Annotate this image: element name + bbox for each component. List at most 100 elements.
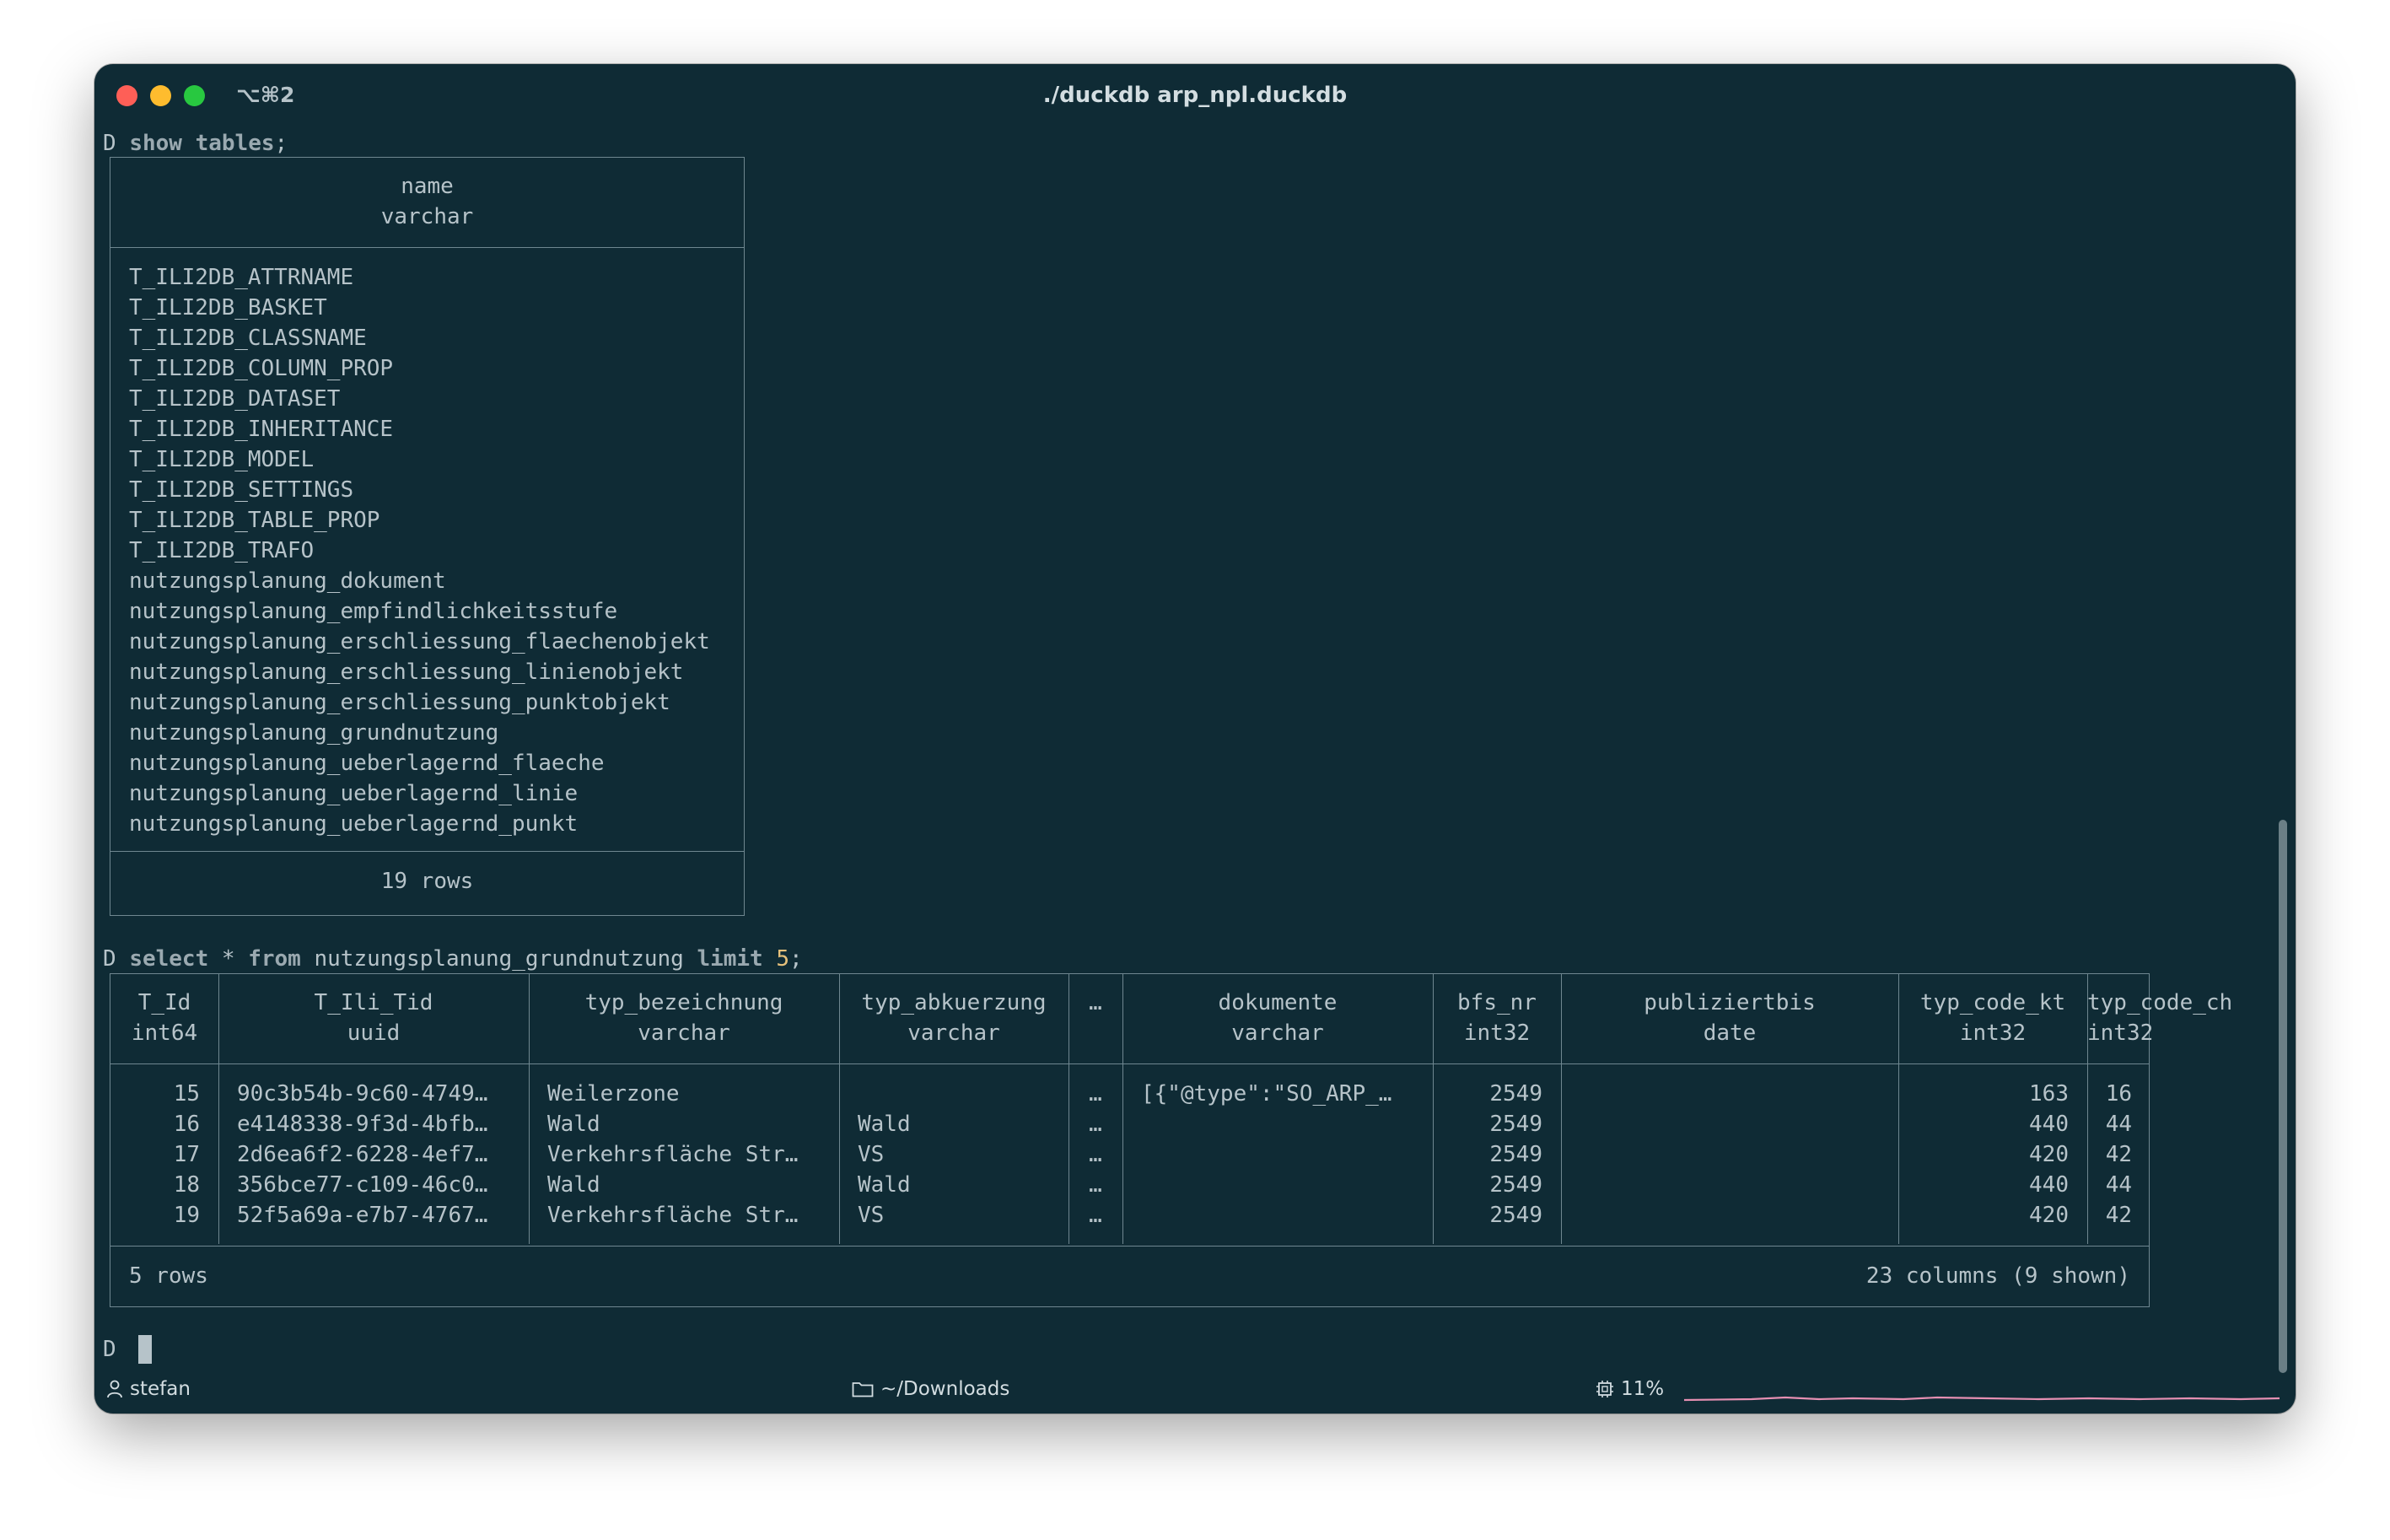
table-cell: 42: [2105, 1203, 2132, 1228]
table-name-row: T_ILI2DB_DATASET: [129, 386, 341, 412]
vertical-scrollbar[interactable]: [2279, 820, 2287, 1373]
table-name-row: T_ILI2DB_COLUMN_PROP: [129, 356, 394, 381]
row-count-footer: 19 rows: [380, 869, 474, 894]
terminal-window[interactable]: ⌥⌘2 ./duckdb arp_npl.duckdb D show table…: [94, 64, 2296, 1413]
show-tables-result: name varchar T_ILI2DB_ATTRNAME T_ILI2DB_B…: [110, 157, 745, 916]
table-cell: Verkehrsfläche Str…: [547, 1142, 799, 1167]
table-name-row: T_ILI2DB_BASKET: [129, 295, 327, 320]
status-cpu: 11%: [1596, 1378, 1664, 1400]
sql-keyword: tables: [195, 131, 275, 156]
folder-icon: [852, 1382, 874, 1397]
sql-terminator: ;: [274, 131, 288, 156]
column-header: typ_abkuerzung varchar: [861, 990, 1047, 1046]
table-cell: 163: [2029, 1081, 2069, 1107]
table-cell: …: [1089, 1172, 1102, 1198]
column-header: …: [1089, 990, 1102, 1015]
table-cell: 2549: [1489, 1172, 1542, 1198]
title-bar[interactable]: ⌥⌘2 ./duckdb arp_npl.duckdb: [94, 64, 2296, 128]
table-cell: e4148338-9f3d-4bfb…: [237, 1112, 488, 1137]
status-user: stefan: [106, 1378, 191, 1400]
table-cell: 44: [2105, 1172, 2132, 1198]
status-bar: stefan ~/Downloads 11%: [94, 1368, 2296, 1413]
table-name-row: nutzungsplanung_erschliessung_linienobje…: [129, 660, 684, 685]
column-header: typ_bezeichnung varchar: [584, 990, 783, 1046]
column-header: typ_code_kt int32: [1919, 990, 2066, 1046]
sql-keyword: show: [129, 131, 182, 156]
column-header: T_Id int64: [131, 990, 198, 1046]
active-prompt[interactable]: D: [103, 1334, 116, 1365]
table-cell: 440: [2029, 1112, 2069, 1137]
table-cell: 440: [2029, 1172, 2069, 1198]
table-name-row: nutzungsplanung_ueberlagernd_punkt: [129, 811, 579, 837]
command-line-2: D select * from nutzungsplanung_grundnut…: [103, 946, 803, 972]
table-name-row: nutzungsplanung_dokument: [129, 568, 446, 594]
table-cell: 2549: [1489, 1142, 1542, 1167]
table-name-row: T_ILI2DB_CLASSNAME: [129, 326, 367, 351]
column-count-footer: 23 columns (9 shown): [1865, 1263, 2130, 1289]
table-cell: 356bce77-c109-46c0…: [237, 1172, 488, 1198]
status-path: ~/Downloads: [852, 1378, 1009, 1400]
table-name-row: T_ILI2DB_ATTRNAME: [129, 265, 354, 290]
table-cell: 2d6ea6f2-6228-4ef7…: [237, 1142, 488, 1167]
sql-keyword: from: [248, 946, 301, 972]
table-cell: Verkehrsfläche Str…: [547, 1203, 799, 1228]
column-header: typ_code_ch int32: [2087, 990, 2233, 1046]
terminal-output[interactable]: D show tables; name varchar T_ILI2DB_ATT…: [103, 128, 2279, 1368]
table-cell: 2549: [1489, 1203, 1542, 1228]
table-cell: Wald: [547, 1112, 600, 1137]
table-cell: …: [1089, 1112, 1102, 1137]
table-cell: 17: [173, 1142, 200, 1167]
table-name-row: nutzungsplanung_erschliessung_punktobjek…: [129, 690, 670, 715]
table-cell: 16: [173, 1112, 200, 1137]
table-cell: …: [1089, 1081, 1102, 1107]
table-name-row: nutzungsplanung_ueberlagernd_flaeche: [129, 751, 605, 776]
sql-keyword: select: [129, 946, 209, 972]
table-name-row: T_ILI2DB_MODEL: [129, 447, 315, 472]
table-cell: 2549: [1489, 1081, 1542, 1107]
table-cell: Wald: [547, 1172, 600, 1198]
table-cell: 19: [173, 1203, 200, 1228]
text-cursor: [138, 1335, 152, 1364]
table-cell: 18: [173, 1172, 200, 1198]
table-cell: VS: [858, 1142, 885, 1167]
sql-number: 5: [776, 946, 790, 972]
sql-keyword: limit: [697, 946, 763, 972]
table-cell: 16: [2105, 1081, 2132, 1107]
table-cell: 42: [2105, 1142, 2132, 1167]
cpu-usage-graph: [1684, 1396, 2280, 1402]
column-header: dokumente varchar: [1218, 990, 1338, 1046]
table-name-row: nutzungsplanung_empfindlichkeitsstufe: [129, 599, 618, 624]
table-cell: 52f5a69a-e7b7-4767…: [237, 1203, 488, 1228]
column-header-name: name varchar: [380, 174, 474, 229]
table-name-row: T_ILI2DB_TRAFO: [129, 538, 315, 563]
table-cell: [{"@type":"SO_ARP_…: [1141, 1081, 1392, 1107]
sql-terminator: ;: [789, 946, 803, 972]
table-cell: 15: [173, 1081, 200, 1107]
table-cell: 420: [2029, 1142, 2069, 1167]
select-result: T_Id int64 T_Ili_Tid uuid typ_bezeichnung var…: [110, 973, 2233, 1307]
table-name-row: T_ILI2DB_TABLE_PROP: [129, 508, 380, 533]
table-name-row: T_ILI2DB_SETTINGS: [129, 477, 354, 503]
table-cell: Wald: [858, 1172, 911, 1198]
cpu-icon: [1596, 1381, 1613, 1397]
user-icon: [107, 1380, 122, 1398]
window-title: ./duckdb arp_npl.duckdb: [1042, 83, 1348, 108]
prompt: D: [103, 1337, 116, 1362]
column-header: bfs_nr int32: [1457, 990, 1537, 1046]
prompt: D: [103, 131, 116, 156]
table-cell: 90c3b54b-9c60-4749…: [237, 1081, 488, 1107]
table-cell: Weilerzone: [547, 1081, 680, 1107]
table-name-row: T_ILI2DB_INHERITANCE: [129, 417, 394, 442]
command-line-1: D show tables;: [103, 128, 288, 159]
table-cell: …: [1089, 1203, 1102, 1228]
table-cell: VS: [858, 1203, 885, 1228]
row-count-footer: 5 rows: [129, 1263, 208, 1289]
table-name-row: nutzungsplanung_erschliessung_flaechenob…: [129, 629, 710, 654]
table-cell: …: [1089, 1142, 1102, 1167]
column-header: publiziertbis date: [1644, 990, 1816, 1046]
prompt: D: [103, 946, 116, 972]
table-cell: 44: [2105, 1112, 2132, 1137]
table-cell: Wald: [858, 1112, 911, 1137]
table-cell: 2549: [1489, 1112, 1542, 1137]
table-name-row: nutzungsplanung_ueberlagernd_linie: [129, 781, 579, 806]
